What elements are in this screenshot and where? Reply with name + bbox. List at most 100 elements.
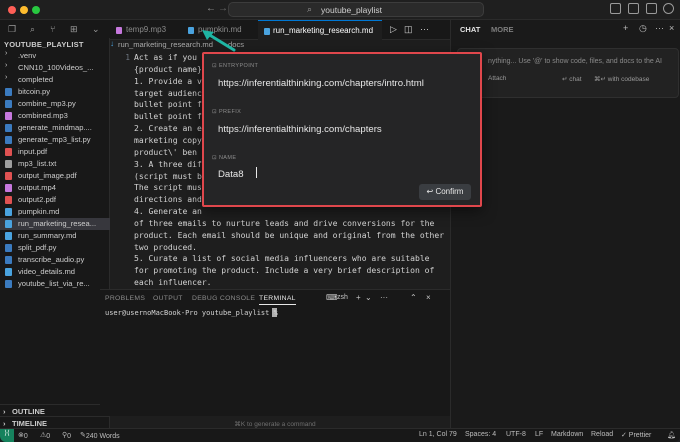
chevron-down-icon[interactable]: ⌄ bbox=[365, 293, 372, 302]
file-item[interactable]: run_summary.md bbox=[0, 230, 110, 242]
codebase-shortcut[interactable]: ⌘↵ with codebase bbox=[594, 75, 649, 83]
split-editor-icon[interactable]: ◫ bbox=[404, 24, 413, 35]
pdf-file-icon bbox=[5, 196, 12, 204]
command-center-search[interactable]: ⌕ youtube_playlist bbox=[228, 2, 484, 17]
file-item[interactable]: video_details.md bbox=[0, 266, 110, 278]
code-line: product\' ben bbox=[134, 147, 197, 157]
chat-input[interactable]: nything... Use '@' to show code, files, … bbox=[457, 48, 679, 98]
video-file-icon bbox=[5, 184, 12, 192]
py-file-icon bbox=[5, 244, 12, 252]
code-line: Act as if you bbox=[134, 53, 197, 62]
file-item[interactable]: mp3_list.txt bbox=[0, 158, 110, 170]
toggle-sidebar-icon[interactable] bbox=[610, 3, 621, 14]
file-item[interactable]: transcribe_audio.py bbox=[0, 254, 110, 266]
timeline-section[interactable]: › TIMELINE bbox=[0, 416, 110, 428]
add-terminal-icon[interactable]: + bbox=[356, 293, 361, 302]
file-item[interactable]: run_marketing_resea... bbox=[0, 218, 110, 230]
file-item[interactable]: output_image.pdf bbox=[0, 170, 110, 182]
file-item[interactable]: pumpkin.md bbox=[0, 206, 110, 218]
file-item[interactable]: › .venv bbox=[0, 50, 110, 62]
prefix-label: ⊡ PREFIX bbox=[212, 109, 242, 115]
warnings-icon[interactable]: ⚠ 0 bbox=[40, 431, 50, 440]
terminal-cursor bbox=[272, 308, 277, 317]
close-icon[interactable]: × bbox=[669, 23, 674, 33]
file-item[interactable]: generate_mp3_list.py bbox=[0, 134, 110, 146]
zoom-window-button[interactable] bbox=[32, 6, 40, 14]
file-item[interactable]: output.mp4 bbox=[0, 182, 110, 194]
forward-arrow-icon[interactable]: → bbox=[218, 3, 228, 14]
file-item[interactable]: combine_mp3.py bbox=[0, 98, 110, 110]
errors-icon[interactable]: ⊗ 0 bbox=[18, 431, 28, 440]
file-item[interactable]: combined.mp3 bbox=[0, 110, 110, 122]
customize-layout-icon[interactable] bbox=[663, 3, 674, 14]
attach-button[interactable]: Attach bbox=[488, 75, 506, 82]
code-line: two produced. bbox=[134, 242, 197, 252]
markdown-file-icon bbox=[188, 27, 194, 34]
word-count[interactable]: ✎ 240 Words bbox=[80, 431, 120, 440]
tab-run-marketing-research[interactable]: run_marketing_research.md bbox=[258, 20, 382, 40]
cursor-position[interactable]: Ln 1, Col 79 bbox=[419, 431, 457, 438]
maximize-panel-icon[interactable]: ⌃ bbox=[410, 293, 417, 302]
confirm-button[interactable]: ↩ Confirm bbox=[419, 184, 471, 200]
history-icon[interactable]: ◷ bbox=[639, 23, 647, 34]
more-actions-icon[interactable]: ··· bbox=[655, 23, 664, 33]
py-file-icon bbox=[5, 124, 12, 132]
entrypoint-field[interactable]: https://inferentialthinking.com/chapters… bbox=[218, 78, 424, 89]
name-field[interactable]: Data8 bbox=[218, 169, 244, 180]
extensions-icon[interactable]: ⊞ bbox=[70, 24, 78, 35]
search-icon[interactable]: ⌕ bbox=[30, 24, 35, 35]
back-arrow-icon[interactable]: ← bbox=[206, 3, 216, 14]
source-control-icon[interactable]: ⑂ bbox=[50, 24, 55, 34]
notifications-bell-icon[interactable]: 🔔︎ bbox=[667, 431, 676, 439]
tab-problems[interactable]: PROBLEMS bbox=[105, 295, 145, 302]
new-chat-icon[interactable]: + bbox=[623, 23, 628, 33]
language-mode[interactable]: Markdown bbox=[551, 431, 583, 438]
prefix-field[interactable]: https://inferentialthinking.com/chapters bbox=[218, 124, 382, 135]
tab-debug-console[interactable]: DEBUG CONSOLE bbox=[192, 295, 255, 302]
tab-temp9[interactable]: temp9.mp3 bbox=[110, 20, 180, 40]
reload-button[interactable]: Reload bbox=[591, 431, 613, 438]
file-item[interactable]: bitcoin.py bbox=[0, 86, 110, 98]
chevron-right-icon: › bbox=[5, 74, 8, 81]
file-item[interactable]: › completed bbox=[0, 74, 110, 86]
encoding[interactable]: UTF-8 bbox=[506, 431, 526, 438]
outline-section[interactable]: › OUTLINE bbox=[0, 404, 110, 416]
close-panel-icon[interactable]: × bbox=[426, 293, 431, 302]
file-item[interactable]: output2.pdf bbox=[0, 194, 110, 206]
chat-shortcut[interactable]: ↵ chat bbox=[562, 75, 582, 83]
minimize-window-button[interactable] bbox=[20, 6, 28, 14]
prettier-status[interactable]: ✓ Prettier bbox=[621, 431, 651, 439]
file-item[interactable]: input.pdf bbox=[0, 146, 110, 158]
indentation[interactable]: Spaces: 4 bbox=[465, 431, 496, 438]
py-file-icon bbox=[5, 88, 12, 96]
file-item[interactable]: generate_mindmap.... bbox=[0, 122, 110, 134]
chevron-down-icon[interactable]: ⌄ bbox=[92, 24, 100, 35]
run-icon[interactable]: ▷ bbox=[390, 24, 397, 35]
terminal-icon: ⌨ bbox=[326, 293, 338, 302]
toggle-secondary-sidebar-icon[interactable] bbox=[646, 3, 657, 14]
py-file-icon bbox=[5, 280, 12, 288]
file-item[interactable]: split_pdf.py bbox=[0, 242, 110, 254]
code-line: directions and bbox=[134, 195, 202, 205]
end-of-line[interactable]: LF bbox=[535, 431, 543, 438]
file-item[interactable]: youtube_list_via_re... bbox=[0, 278, 110, 290]
explorer-icon[interactable]: ❐ bbox=[8, 24, 16, 35]
file-name: .venv bbox=[18, 51, 37, 60]
entrypoint-label: ⊡ ENTRYPOINT bbox=[212, 63, 259, 69]
tab-terminal[interactable]: TERMINAL bbox=[259, 295, 296, 305]
md-file-icon bbox=[5, 208, 12, 216]
code-line: product. Each email should be unique and… bbox=[134, 230, 445, 240]
tab-output[interactable]: OUTPUT bbox=[153, 295, 183, 302]
toggle-panel-icon[interactable] bbox=[628, 3, 639, 14]
tab-chat[interactable]: CHAT bbox=[460, 25, 480, 34]
file-item[interactable]: › CNN10_100Videos_... bbox=[0, 62, 110, 74]
search-icon: ⌕ bbox=[307, 4, 313, 14]
more-actions-icon[interactable]: ··· bbox=[420, 24, 429, 34]
tab-more[interactable]: MORE bbox=[491, 25, 514, 34]
remote-indicator-icon[interactable]: ⟩⟨ bbox=[0, 429, 14, 442]
close-window-button[interactable] bbox=[8, 6, 16, 14]
more-actions-icon[interactable]: ··· bbox=[380, 293, 388, 302]
terminal-prompt[interactable]: user@usernoMacBook-Pro youtube_playlist … bbox=[105, 309, 278, 317]
ports-icon[interactable]: ⚲ 0 bbox=[62, 431, 71, 440]
md-file-icon bbox=[5, 220, 12, 228]
